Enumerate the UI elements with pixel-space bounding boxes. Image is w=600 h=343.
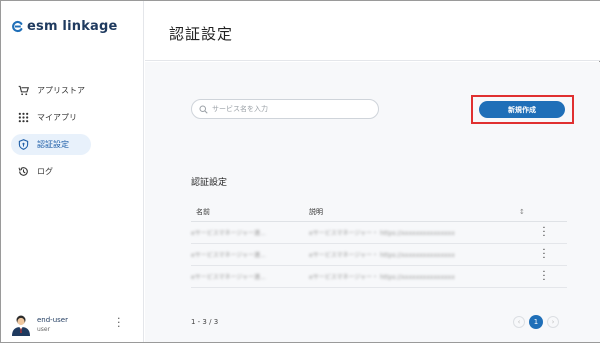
- chevron-right-icon[interactable]: ›: [547, 316, 559, 328]
- table-row[interactable]: eサービスマネージャー連... eサービスマネージャー・ https://xxx…: [191, 266, 567, 288]
- pagination: ‹ 1 ›: [513, 315, 559, 329]
- pagination-range: 1 - 3 / 3: [191, 318, 219, 326]
- more-vertical-icon[interactable]: · · ·: [117, 313, 121, 332]
- table-row[interactable]: eサービスマネージャー連... eサービスマネージャー・ https://xxx…: [191, 222, 567, 244]
- table-header: 名前 説明 ↕: [191, 202, 567, 222]
- search-icon: [199, 104, 208, 114]
- page-button-current[interactable]: 1: [529, 315, 543, 329]
- column-header-description[interactable]: 説明: [309, 207, 519, 217]
- table-row[interactable]: eサービスマネージャー連... eサービスマネージャー・ https://xxx…: [191, 244, 567, 266]
- sidebar-item-label: 認証設定: [37, 140, 69, 149]
- search-input[interactable]: [212, 105, 372, 113]
- more-vertical-icon[interactable]: · · ·: [539, 223, 549, 241]
- sidebar-item-label: アプリストア: [37, 86, 85, 95]
- sidebar-item-app-store[interactable]: アプリストア: [11, 80, 139, 101]
- page-header: 認証設定: [145, 1, 600, 61]
- column-header-name[interactable]: 名前: [191, 207, 309, 217]
- row-description: eサービスマネージャー・ https://xxxxxxxxxxxxxxx: [309, 274, 455, 281]
- row-description: eサービスマネージャー・ https://xxxxxxxxxxxxxxx: [309, 230, 455, 237]
- user-profile[interactable]: end-user user · · ·: [11, 312, 131, 338]
- auth-settings-table: 名前 説明 ↕ eサービスマネージャー連... eサービスマネージャー・ htt…: [191, 202, 567, 288]
- more-vertical-icon[interactable]: · · ·: [539, 267, 549, 285]
- sidebar: esm linkage アプリストア マイアプリ 認証設定 ログ end-use…: [1, 1, 144, 342]
- sidebar-item-my-apps[interactable]: マイアプリ: [11, 107, 139, 128]
- row-name: eサービスマネージャー連...: [191, 274, 266, 281]
- section-title: 認証設定: [191, 178, 228, 188]
- shield-icon: [17, 139, 29, 151]
- sort-icon[interactable]: ↕: [519, 208, 539, 216]
- logo-icon: [12, 20, 23, 33]
- table-footer: 1 - 3 / 3 ‹ 1 ›: [191, 312, 567, 332]
- search-box[interactable]: [191, 99, 379, 119]
- sidebar-item-log[interactable]: ログ: [11, 161, 139, 182]
- new-create-button[interactable]: 新規作成: [479, 101, 565, 118]
- row-description: eサービスマネージャー・ https://xxxxxxxxxxxxxxx: [309, 252, 455, 259]
- row-name: eサービスマネージャー連...: [191, 252, 266, 259]
- user-role: user: [37, 326, 51, 333]
- highlight-box: 新規作成: [471, 95, 574, 124]
- sidebar-item-label: マイアプリ: [37, 113, 77, 122]
- history-icon: [17, 166, 29, 178]
- more-vertical-icon[interactable]: · · ·: [539, 245, 549, 263]
- sidebar-nav: アプリストア マイアプリ 認証設定 ログ: [11, 80, 139, 188]
- chevron-left-icon[interactable]: ‹: [513, 316, 525, 328]
- sidebar-item-auth-settings[interactable]: 認証設定: [11, 134, 91, 155]
- page-title: 認証設定: [169, 25, 234, 43]
- grid-icon: [17, 112, 29, 124]
- avatar: [12, 315, 30, 336]
- sidebar-item-label: ログ: [37, 167, 53, 176]
- cart-icon: [17, 85, 29, 97]
- row-name: eサービスマネージャー連...: [191, 230, 266, 237]
- logo[interactable]: esm linkage: [11, 19, 118, 34]
- logo-text: esm linkage: [27, 19, 118, 34]
- user-name: end-user: [37, 316, 68, 324]
- main-content: 新規作成 認証設定 名前 説明 ↕ eサービスマネージャー連... eサービスマ…: [145, 62, 600, 342]
